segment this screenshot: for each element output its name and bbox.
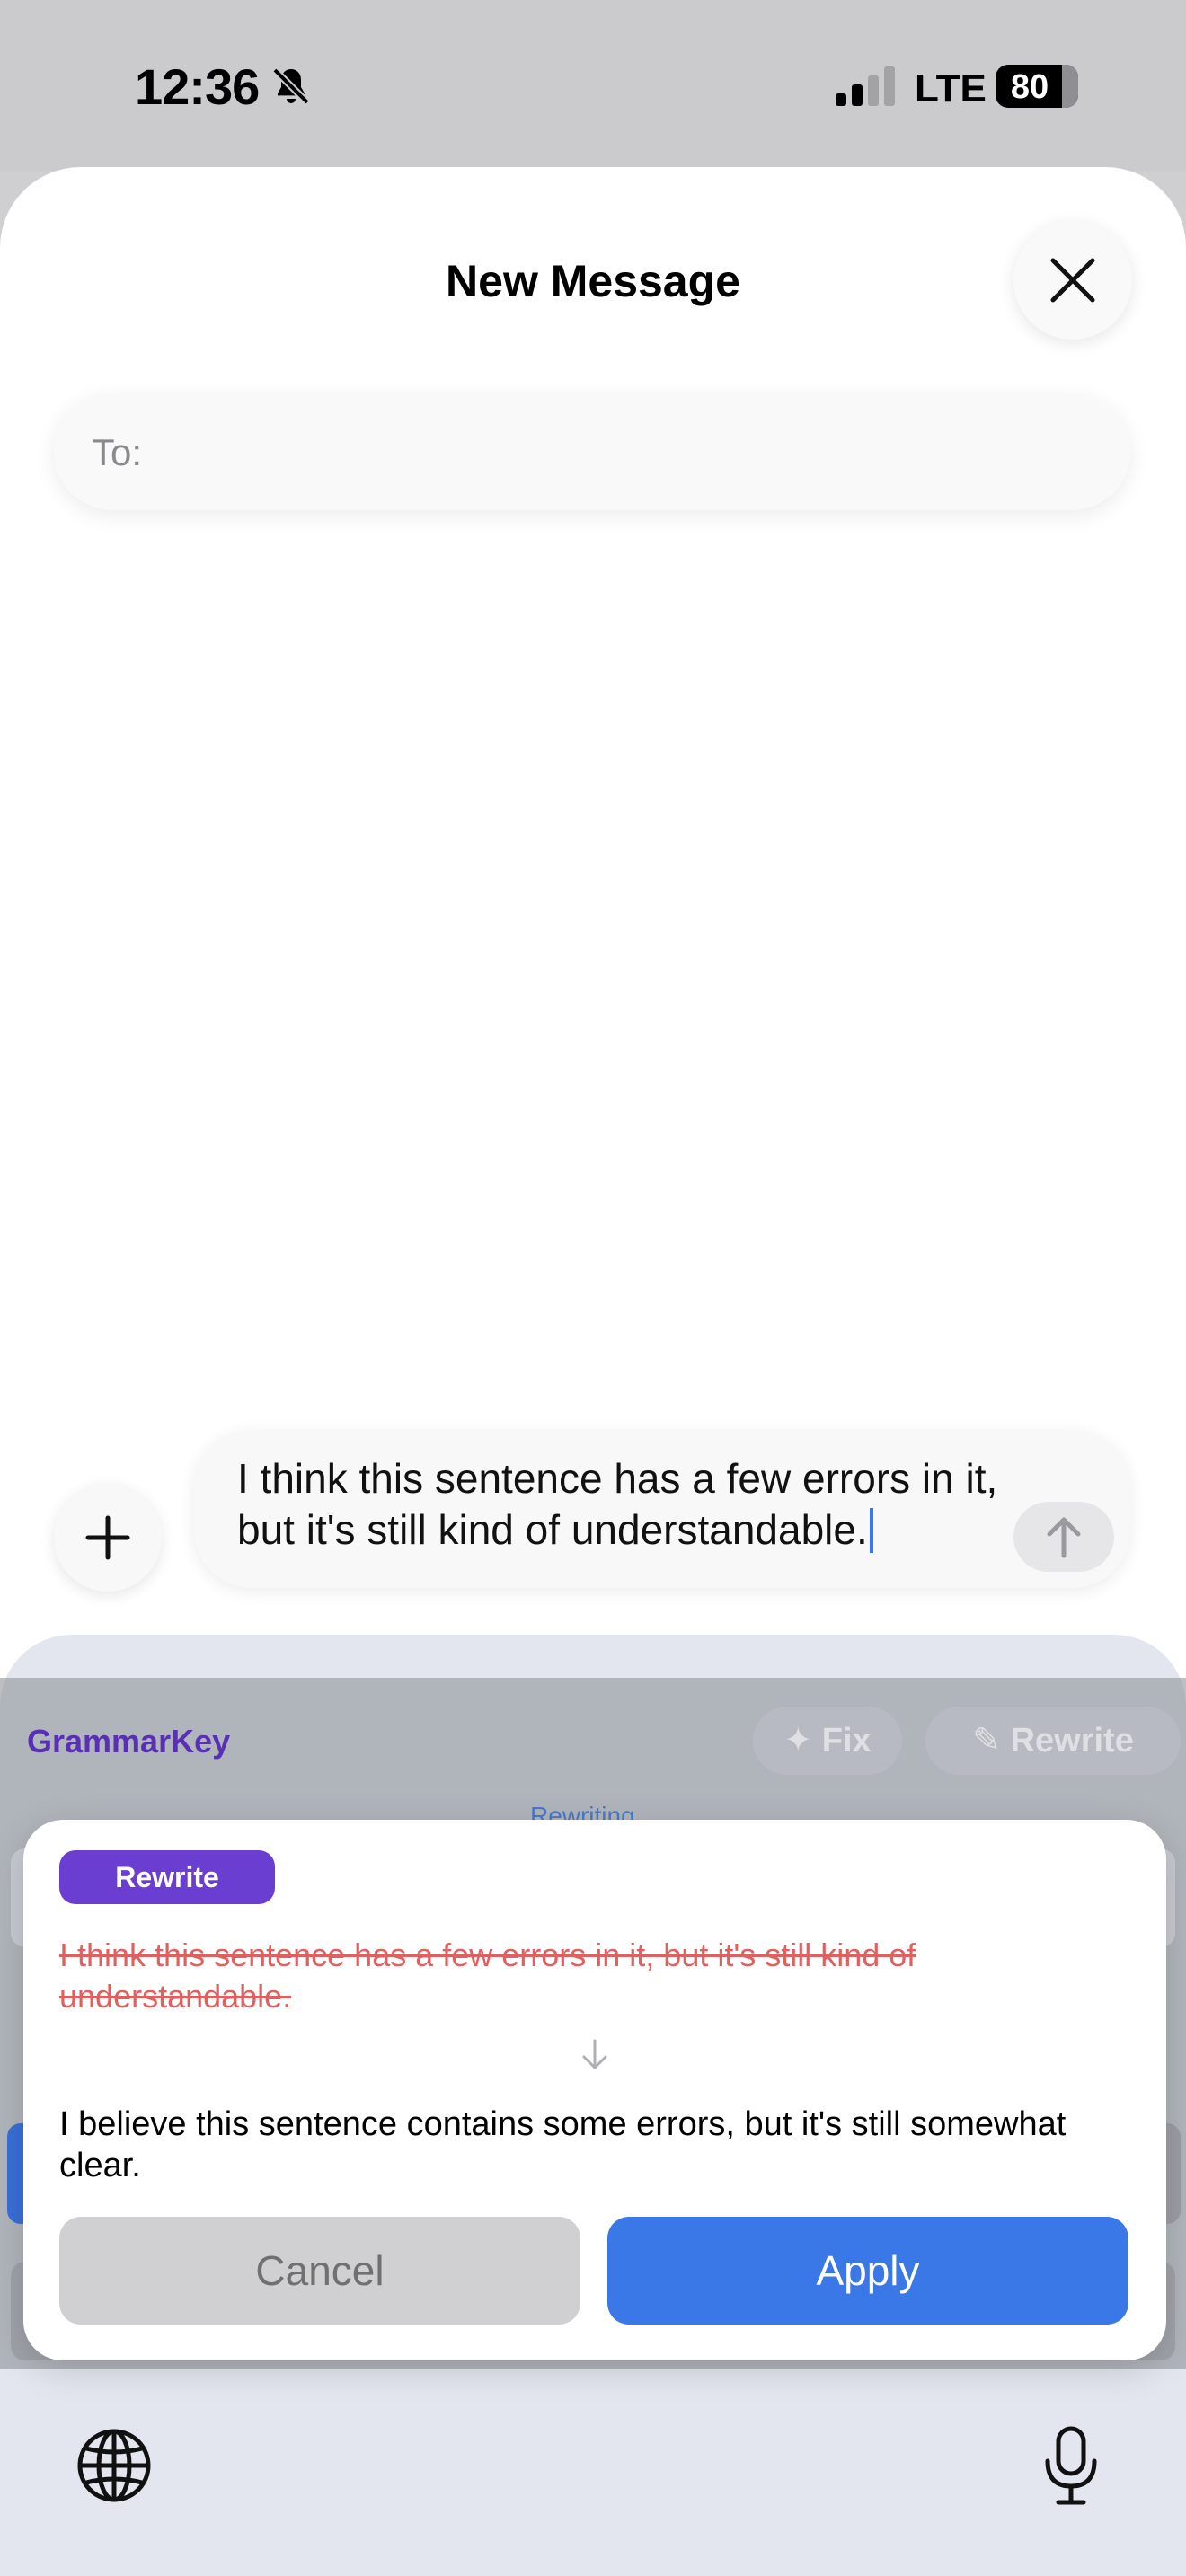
close-icon	[1050, 258, 1095, 303]
send-button[interactable]	[1013, 1502, 1114, 1572]
message-text: I think this sentence has a few errors i…	[237, 1455, 998, 1553]
battery-icon: 80	[996, 65, 1078, 108]
microphone-icon[interactable]	[1042, 2425, 1100, 2508]
original-text: I think this sentence has a few errors i…	[59, 1936, 916, 2015]
network-type: LTE	[915, 66, 987, 110]
fix-button[interactable]: ✦ Fix	[753, 1707, 902, 1775]
silent-bell-icon	[272, 67, 310, 105]
add-attachment-button[interactable]	[54, 1484, 162, 1592]
battery-level: 80	[1010, 68, 1049, 106]
message-input[interactable]: I think this sentence has a few errors i…	[194, 1430, 1130, 1588]
rewrite-badge: Rewrite	[59, 1850, 275, 1904]
text-cursor	[869, 1508, 873, 1553]
arrow-up-icon	[1047, 1517, 1081, 1558]
close-button[interactable]	[1013, 221, 1132, 340]
rewritten-text: I believe this sentence contains some er…	[59, 2105, 1067, 2184]
cellular-signal-icon	[836, 66, 895, 106]
recipient-label: To:	[92, 431, 143, 473]
arrow-down-icon	[582, 2039, 607, 2069]
page-title: New Message	[446, 256, 740, 306]
cancel-button[interactable]: Cancel	[59, 2217, 580, 2325]
keyboard-brand: GrammarKey	[27, 1723, 231, 1760]
status-bar: 12:36 LTE 80	[0, 0, 1186, 171]
apply-button[interactable]: Apply	[607, 2217, 1128, 2325]
plus-icon	[85, 1515, 130, 1560]
clock: 12:36	[135, 58, 260, 115]
rewrite-suggestion-card: Rewrite I think this sentence has a few …	[23, 1820, 1166, 2360]
rewrite-button[interactable]: ✎ Rewrite	[925, 1707, 1181, 1775]
globe-icon[interactable]	[75, 2427, 153, 2504]
recipient-field[interactable]: To:	[54, 393, 1130, 510]
